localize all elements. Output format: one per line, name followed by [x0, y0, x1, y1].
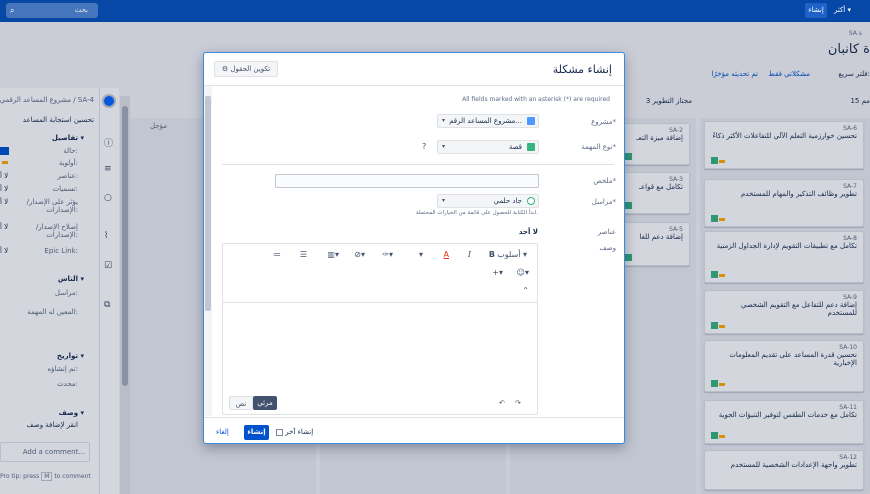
dialog-scrollbar[interactable]: [204, 86, 212, 416]
description-label: وصف: [599, 244, 616, 252]
text-color-button[interactable]: A: [444, 250, 449, 259]
user-avatar-icon: [527, 197, 535, 205]
submit-create-button[interactable]: إنشاء: [244, 425, 269, 440]
required-note: All fields marked with an asterisk (*) a…: [462, 96, 610, 103]
section-divider: [222, 164, 614, 165]
dialog-title: إنشاء مشكلة: [552, 63, 612, 76]
bullet-list-button[interactable]: ☰: [300, 250, 307, 259]
chevron-down-icon: ▾: [442, 117, 446, 124]
project-icon: [527, 117, 535, 125]
search-input[interactable]: ⌕ بحث: [6, 3, 98, 18]
insert-button[interactable]: +▾: [492, 268, 503, 277]
chevron-down-icon: ▾: [442, 197, 446, 204]
create-another-checkbox[interactable]: إنشاء آخر: [274, 425, 313, 440]
bold-button[interactable]: B: [489, 250, 495, 259]
project-label: مشروع*: [591, 118, 616, 126]
dialog-footer: إلغاء إنشاء إنشاء آخر: [204, 417, 624, 445]
search-icon: ⌕: [10, 6, 15, 15]
table-button[interactable]: ▥▾: [327, 250, 339, 259]
italic-button[interactable]: I: [468, 250, 471, 259]
tab-text[interactable]: نص: [229, 396, 253, 410]
top-navigation-bar: ⌕ بحث إنشاء أكثر ▾: [0, 0, 870, 22]
chevron-down-icon: ▾: [442, 143, 446, 150]
create-issue-dialog: إنشاء مشكلة ⚙ تكوين الحقول All fields ma…: [203, 52, 625, 444]
story-icon: [527, 143, 535, 151]
numbered-list-button[interactable]: ≔: [273, 250, 281, 259]
description-editor[interactable]: أسلوب ▾ B I A ▾ ✑▾ ⊘▾ ▥▾ ☰ ≔ ☺▾ +▾ ⌃ مرئ…: [222, 243, 538, 415]
cancel-button[interactable]: إلغاء: [216, 425, 229, 440]
link-button[interactable]: ⊘▾: [354, 250, 365, 259]
reporter-select[interactable]: ▾ جاد حلمي: [437, 194, 539, 208]
checkbox[interactable]: [276, 428, 283, 436]
issue-type-select[interactable]: ▾ قصة: [437, 140, 539, 154]
components-value: لا أحد: [518, 228, 538, 236]
summary-input[interactable]: [275, 174, 539, 188]
more-formatting-button[interactable]: ▾: [419, 250, 423, 259]
create-button[interactable]: إنشاء: [805, 3, 827, 18]
style-dropdown[interactable]: أسلوب ▾: [497, 250, 527, 259]
reporter-hint: ابدأ الكتابة للحصول على قائمة من الخيارا…: [416, 210, 538, 216]
collapse-toolbar-button[interactable]: ⌃: [522, 286, 529, 295]
gear-icon: ⚙: [221, 65, 229, 73]
help-icon[interactable]: ?: [422, 142, 426, 151]
summary-label: ملخص*: [593, 177, 616, 185]
issue-type-label: نوع المهمة*: [581, 143, 616, 151]
emoji-button[interactable]: ☺▾: [517, 268, 529, 277]
reporter-label: مراسل*: [591, 198, 616, 206]
components-label: عناصر: [597, 228, 616, 236]
format-dropdown[interactable]: ✑▾: [382, 250, 393, 259]
more-menu[interactable]: أكثر ▾: [834, 3, 851, 18]
editor-divider: [223, 302, 537, 303]
configure-fields-button[interactable]: ⚙ تكوين الحقول: [214, 61, 278, 77]
undo-icon[interactable]: ↶: [499, 399, 505, 407]
tab-visual[interactable]: مرئي: [253, 396, 277, 410]
project-select[interactable]: ▾ مشروع المساعد الرقم...: [437, 114, 539, 128]
redo-icon[interactable]: ↷: [515, 399, 521, 407]
